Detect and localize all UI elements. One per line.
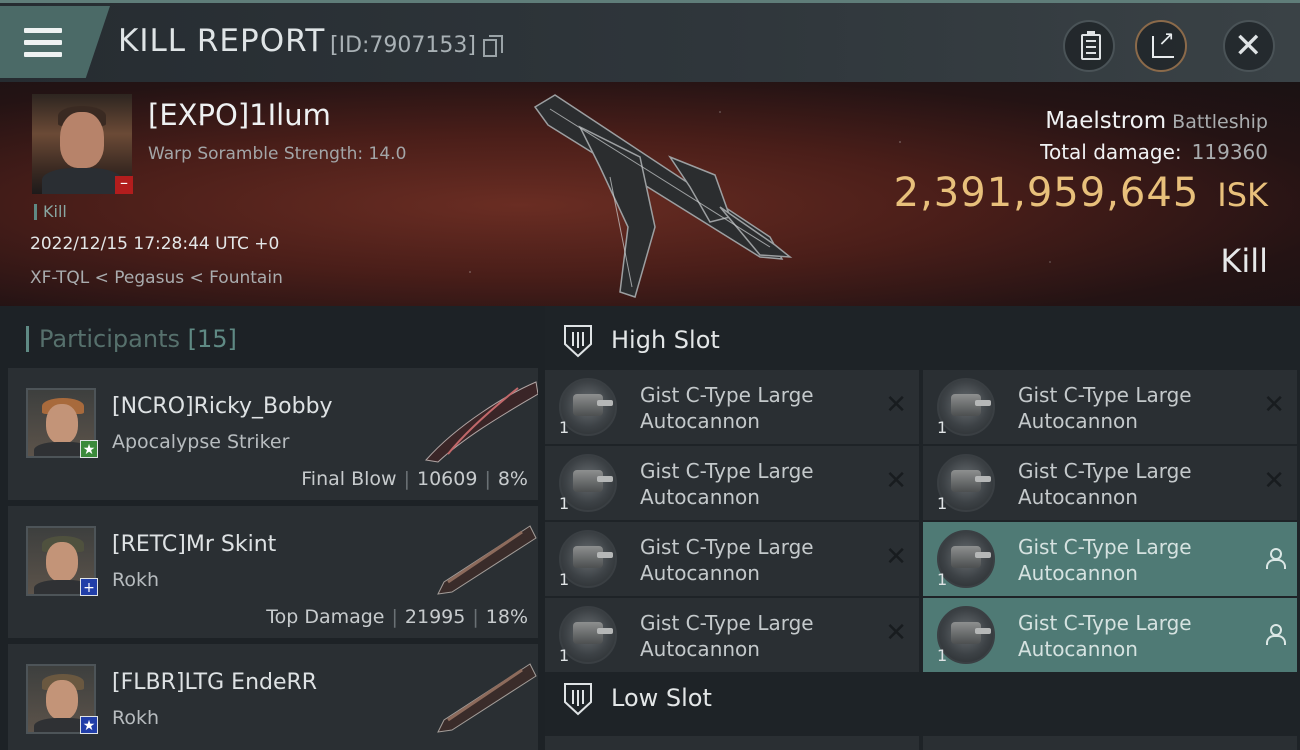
header-bar: KILL REPORT [ID:7907153] ✕ — [0, 0, 1300, 82]
isk-unit: ISK — [1217, 176, 1268, 214]
kill-summary-banner: – [EXPO]1Ilum Warp Soramble Strength: 14… — [0, 82, 1300, 306]
module-quantity: 1 — [937, 418, 948, 437]
high-slot-icon — [564, 325, 592, 358]
module-name: Gist C-Type Large Autocannon — [1018, 535, 1192, 585]
close-icon: ✕ — [1234, 26, 1263, 66]
participant-stats: Top Damage | 21995 | 18% — [266, 606, 528, 628]
participant-row[interactable]: ★ [NCRO]Ricky_Bobby Apocalypse Striker F… — [8, 368, 538, 502]
destroyed-icon: ✕ — [1263, 466, 1285, 496]
page-title: KILL REPORT — [118, 23, 326, 59]
participants-header: Participants [15] — [26, 326, 237, 352]
participant-ship-image — [425, 381, 538, 463]
destroyed-icon: ✕ — [885, 466, 907, 496]
module-slot-partial[interactable] — [923, 736, 1297, 750]
module-slot[interactable]: 1 Gist C-Type Large Autocannon ✕ — [923, 446, 1297, 520]
kill-location[interactable]: XF-TQL < Pegasus < Fountain — [30, 268, 283, 288]
copy-icon[interactable] — [483, 35, 503, 57]
participant-stats: Final Blow | 10609 | 8% — [301, 468, 528, 490]
participant-ship: Rokh — [112, 569, 160, 591]
victim-name[interactable]: [EXPO]1Ilum — [148, 98, 331, 132]
dropped-person-icon — [1265, 624, 1286, 645]
total-damage-label: Total damage: — [1040, 140, 1182, 164]
module-slot[interactable]: 1 Gist C-Type Large Autocannon ✕ — [545, 370, 919, 444]
module-name: Gist C-Type Large Autocannon — [640, 535, 814, 585]
destroyed-icon: ✕ — [885, 390, 907, 420]
participants-panel[interactable]: Participants [15] ★ [NCRO]Ricky_Bobby Ap… — [0, 306, 545, 750]
high-slot-header: High Slot — [563, 324, 720, 358]
participant-ship-image — [437, 663, 537, 733]
module-name: Gist C-Type Large Autocannon — [640, 611, 814, 661]
module-quantity: 1 — [559, 418, 570, 437]
total-damage-value: 119360 — [1191, 140, 1268, 164]
destroyed-icon: ✕ — [885, 618, 907, 648]
participant-percent: 8% — [497, 468, 528, 490]
participant-ship-image — [437, 525, 537, 595]
participant-name: [NCRO]Ricky_Bobby — [112, 394, 333, 419]
kill-timestamp: 2022/12/15 17:28:44 UTC +0 — [30, 234, 280, 254]
low-slot-header: Low Slot — [563, 682, 712, 716]
star-badge-icon: ★ — [80, 716, 98, 734]
destroyed-icon: ✕ — [1263, 390, 1285, 420]
participant-ship: Rokh — [112, 707, 160, 729]
ship-name: Maelstrom — [1045, 108, 1167, 134]
participant-row[interactable]: + [RETC]Mr Skint Rokh Top Damage | 21995 | 1… — [8, 506, 538, 640]
module-name: Gist C-Type Large Autocannon — [1018, 611, 1192, 661]
menu-icon — [24, 28, 62, 58]
destroyed-icon: ✕ — [885, 542, 907, 572]
isk-value: 2,391,959,645 ISK — [894, 170, 1268, 216]
close-button[interactable]: ✕ — [1223, 20, 1275, 72]
participant-row[interactable]: ★ [FLBR]LTG EndeRR Rokh — [8, 644, 538, 750]
plus-badge-icon: + — [80, 578, 98, 596]
participant-damage: 10609 — [416, 468, 478, 490]
module-slot[interactable]: 1 Gist C-Type Large Autocannon ✕ — [923, 370, 1297, 444]
module-slot-partial[interactable] — [545, 736, 919, 750]
participant-percent: 18% — [485, 606, 528, 628]
fitting-panel[interactable]: High Slot 1 Gist C-Type Large Autocannon … — [545, 306, 1300, 750]
module-quantity: 1 — [559, 494, 570, 513]
participants-count: [15] — [187, 325, 237, 353]
module-quantity: 1 — [937, 494, 948, 513]
menu-button[interactable] — [0, 6, 110, 78]
report-kind: Kill — [1220, 242, 1268, 280]
module-slot[interactable]: 1 Gist C-Type Large Autocannon ✕ — [545, 446, 919, 520]
victim-ship-image[interactable] — [520, 87, 810, 302]
participant-role: Final Blow — [301, 468, 397, 490]
clipboard-button[interactable] — [1063, 20, 1115, 72]
participant-ship: Apocalypse Striker — [112, 431, 290, 453]
participant-damage: 21995 — [404, 606, 466, 628]
share-icon — [1152, 26, 1175, 58]
module-quantity: 1 — [937, 570, 948, 589]
module-slot[interactable]: 1 Gist C-Type Large Autocannon ✕ — [545, 598, 919, 672]
total-damage: Total damage: 119360 — [1040, 140, 1268, 164]
report-id: [ID:7907153] — [330, 33, 476, 58]
victim-ship[interactable]: Maelstrom Battleship — [1045, 108, 1268, 134]
share-button[interactable] — [1135, 20, 1187, 72]
module-name: Gist C-Type Large Autocannon — [640, 459, 814, 509]
isk-amount: 2,391,959,645 — [893, 170, 1200, 216]
dropped-person-icon — [1265, 548, 1286, 569]
module-slot[interactable]: 1 Gist C-Type Large Autocannon — [923, 522, 1297, 596]
participant-name: [RETC]Mr Skint — [112, 532, 277, 557]
ship-class: Battleship — [1172, 111, 1268, 133]
warp-scramble-strength: Warp Soramble Strength: 14.0 — [148, 144, 407, 164]
low-slot-icon — [564, 683, 592, 716]
participant-role: Top Damage — [266, 606, 385, 628]
module-name: Gist C-Type Large Autocannon — [1018, 383, 1192, 433]
module-slot[interactable]: 1 Gist C-Type Large Autocannon ✕ — [545, 522, 919, 596]
module-quantity: 1 — [559, 646, 570, 665]
kill-tag: Kill — [34, 204, 67, 220]
clipboard-icon — [1081, 31, 1101, 60]
module-name: Gist C-Type Large Autocannon — [640, 383, 814, 433]
module-quantity: 1 — [559, 570, 570, 589]
participant-name: [FLBR]LTG EndeRR — [112, 670, 318, 695]
module-name: Gist C-Type Large Autocannon — [1018, 459, 1192, 509]
module-quantity: 1 — [937, 646, 948, 665]
star-badge-icon: ★ — [80, 440, 98, 458]
module-slot[interactable]: 1 Gist C-Type Large Autocannon — [923, 598, 1297, 672]
hostile-badge: – — [115, 175, 133, 194]
